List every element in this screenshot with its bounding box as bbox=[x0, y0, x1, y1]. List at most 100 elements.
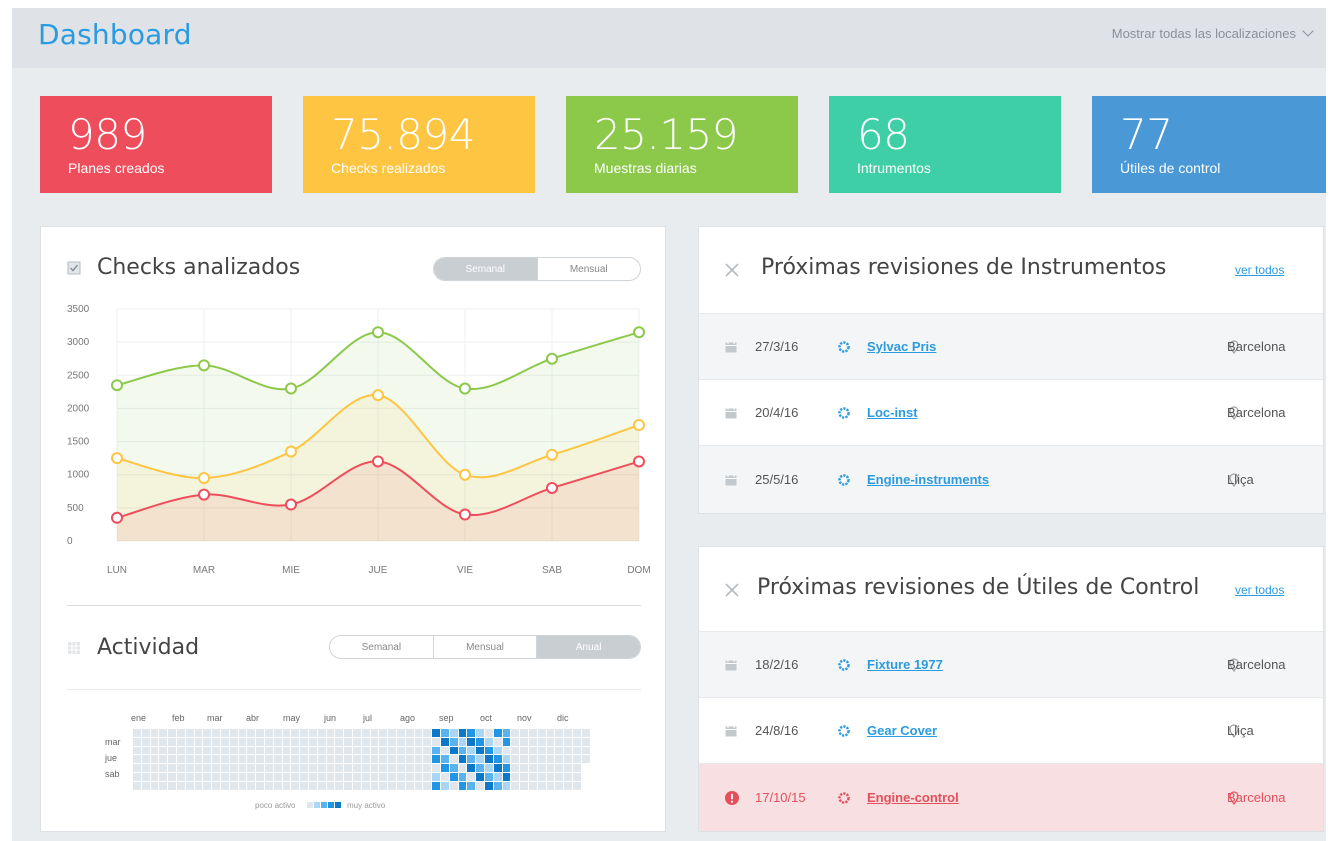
heatmap-cell bbox=[476, 729, 484, 737]
activity-period-toggle[interactable]: Semanal Mensual Anual bbox=[329, 635, 641, 659]
heatmap-cell bbox=[168, 764, 176, 772]
heatmap-cell bbox=[370, 729, 379, 737]
heatmap-cell bbox=[133, 755, 141, 764]
heatmap-cell bbox=[247, 755, 256, 764]
toggle-anual[interactable]: Anual bbox=[537, 636, 640, 658]
heatmap-cell bbox=[229, 755, 238, 764]
heatmap-cell bbox=[476, 781, 484, 790]
heatmap-cell bbox=[529, 755, 537, 764]
heatmap-cell bbox=[238, 746, 247, 755]
ver-todos-utiles-link[interactable]: ver todos bbox=[1235, 583, 1284, 597]
tool-link[interactable]: Gear Cover bbox=[867, 723, 937, 738]
ver-todos-instrumentos-link[interactable]: ver todos bbox=[1235, 263, 1284, 277]
heatmap-cell bbox=[212, 773, 220, 781]
checks-period-toggle[interactable]: Semanal Mensual bbox=[433, 257, 641, 281]
heatmap-cell bbox=[546, 729, 555, 737]
heatmap-cell bbox=[212, 764, 220, 772]
heatmap-cell bbox=[476, 746, 484, 755]
heatmap-cell bbox=[414, 781, 423, 790]
heatmap-cell bbox=[573, 764, 581, 772]
heatmap-cell bbox=[282, 729, 291, 737]
heatmap-cell bbox=[185, 755, 194, 764]
heatmap-cell bbox=[159, 729, 168, 737]
heatmap-cell bbox=[405, 755, 414, 764]
toggle-semanal[interactable]: Semanal bbox=[434, 258, 538, 280]
heatmap-cell bbox=[344, 781, 352, 790]
tool-link[interactable]: Engine-control bbox=[867, 790, 959, 805]
list-item[interactable]: 20/4/16 Loc-inst Barcelona bbox=[699, 379, 1323, 445]
heatmap-cell bbox=[537, 773, 546, 781]
heatmap-cell bbox=[335, 764, 344, 772]
heatmap-cell bbox=[555, 781, 564, 790]
heatmap-cell bbox=[335, 737, 344, 746]
heatmap-cell bbox=[458, 764, 467, 772]
heatmap-cell bbox=[221, 746, 229, 755]
location-city: Barcelona bbox=[1227, 339, 1286, 354]
tool-link[interactable]: Fixture 1977 bbox=[867, 657, 943, 672]
heatmap-cell bbox=[423, 729, 432, 737]
heatmap-cell bbox=[564, 737, 572, 746]
heatmap-cell bbox=[458, 729, 467, 737]
heatmap-cell bbox=[221, 755, 229, 764]
heatmap-cell bbox=[238, 764, 247, 772]
heatmap-cell bbox=[335, 746, 344, 755]
heatmap-cell bbox=[282, 773, 291, 781]
heatmap-cell bbox=[520, 773, 528, 781]
heatmap-cell bbox=[564, 729, 572, 737]
heatmap-cell bbox=[546, 781, 555, 790]
heatmap-cell bbox=[485, 781, 493, 790]
instruments-panel: Próximas revisiones de Instrumentos ver … bbox=[698, 226, 1324, 514]
instrument-link[interactable]: Sylvac Pris bbox=[867, 339, 936, 354]
heatmap-cell bbox=[150, 729, 159, 737]
heatmap-cell bbox=[502, 773, 511, 781]
heatmap-cell bbox=[309, 755, 317, 764]
toggle-semanal[interactable]: Semanal bbox=[330, 636, 434, 658]
heatmap-cell bbox=[265, 764, 273, 772]
heatmap-cell bbox=[546, 746, 555, 755]
activity-heatmap: ene feb mar abr may jun jul ago sep oct … bbox=[101, 713, 621, 813]
heatmap-cell bbox=[291, 781, 300, 790]
stat-value: 77 bbox=[1120, 110, 1173, 159]
heatmap-cell bbox=[133, 746, 141, 755]
toggle-mensual[interactable]: Mensual bbox=[538, 258, 641, 280]
y-tick-label: 1500 bbox=[67, 437, 90, 448]
heatmap-cell bbox=[247, 781, 256, 790]
list-item[interactable]: 18/2/16 Fixture 1977 Barcelona bbox=[699, 631, 1323, 697]
heatmap-cell bbox=[361, 781, 370, 790]
heatmap-cell bbox=[511, 746, 520, 755]
heatmap-cell bbox=[581, 746, 590, 755]
month-label: dic bbox=[557, 713, 569, 723]
heatmap-cell bbox=[511, 755, 520, 764]
heatmap-cell bbox=[502, 781, 511, 790]
instruments-panel-title: Próximas revisiones de Instrumentos bbox=[761, 255, 1167, 280]
list-item[interactable]: 27/3/16 Sylvac Pris Barcelona bbox=[699, 313, 1323, 379]
heatmap-cell bbox=[265, 746, 273, 755]
list-item[interactable]: 24/8/16 Gear Cover Lliça bbox=[699, 697, 1323, 763]
heatmap-cell bbox=[581, 737, 590, 746]
tools-icon bbox=[725, 263, 739, 277]
stat-card-planes: 989 Planes creados bbox=[40, 96, 272, 193]
data-point bbox=[546, 481, 558, 494]
heatmap-cell bbox=[265, 737, 273, 746]
chevron-down-icon bbox=[1302, 25, 1314, 37]
checks-panel: Checks analizados Semanal Mensual 0 500 10… bbox=[40, 226, 666, 832]
list-item-overdue[interactable]: 17/10/15 Engine-control Barcelona bbox=[699, 763, 1323, 831]
list-item[interactable]: 25/5/16 Engine-instruments Lliça bbox=[699, 445, 1323, 513]
month-label: sep bbox=[439, 713, 454, 723]
heatmap-cell bbox=[493, 729, 502, 737]
heatmap-cell bbox=[467, 737, 476, 746]
heatmap-cell bbox=[555, 746, 564, 755]
heatmap-cell bbox=[335, 755, 344, 764]
toggle-mensual[interactable]: Mensual bbox=[434, 636, 538, 658]
instrument-link[interactable]: Engine-instruments bbox=[867, 472, 989, 487]
heatmap-cell bbox=[344, 737, 352, 746]
heatmap-cell bbox=[379, 755, 388, 764]
heatmap-cell bbox=[432, 746, 440, 755]
instrument-link[interactable]: Loc-inst bbox=[867, 405, 918, 420]
heatmap-cell bbox=[309, 773, 317, 781]
legend-high: muy activo bbox=[347, 801, 386, 810]
location-select[interactable]: Mostrar todas las localizaciones bbox=[1112, 25, 1314, 41]
heatmap-cell bbox=[344, 773, 352, 781]
y-tick-label: 3500 bbox=[67, 304, 90, 315]
legend-swatch bbox=[314, 802, 320, 808]
